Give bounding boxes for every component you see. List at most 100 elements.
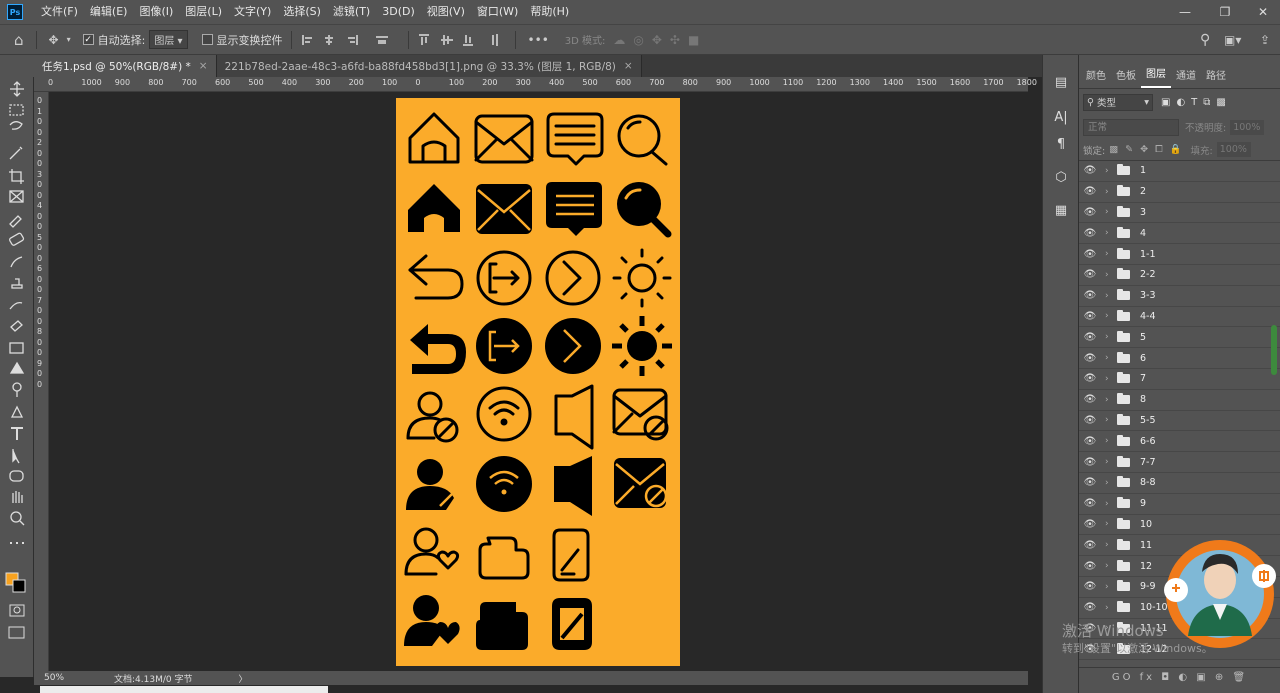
menu-help[interactable]: 帮助(H) [524,0,575,24]
tab-color[interactable]: 颜色 [1081,61,1111,88]
chevron-right-icon[interactable]: › [1105,415,1115,425]
menu-select[interactable]: 选择(S) [277,0,327,24]
layer-row[interactable]: 👁 › 5 [1079,327,1280,349]
auto-select-checkbox[interactable]: ✓ 自动选择: 图层 ▾ [82,30,188,49]
minimize-button[interactable]: — [1170,0,1200,24]
layer-row[interactable]: 👁 › 1 [1079,161,1280,182]
3d-icon[interactable]: ⬡ [1043,164,1079,191]
layer-row[interactable]: 👁 › 1-1 [1079,244,1280,265]
layer-row[interactable]: 👁 › 2 [1079,182,1280,203]
tab-swatches[interactable]: 色板 [1111,61,1141,88]
menu-edit[interactable]: 编辑(E) [84,0,134,24]
distribute-icons[interactable] [417,32,507,48]
character-icon[interactable]: A| [1043,104,1079,131]
align-icons[interactable] [300,32,400,48]
chevron-right-icon[interactable]: › [1105,207,1115,217]
chevron-right-icon[interactable]: › [1105,603,1115,613]
tool-icons[interactable] [0,77,34,677]
chevron-right-icon[interactable]: › [1105,457,1115,467]
close-tab-icon[interactable]: × [199,60,208,72]
lock-icons[interactable]: ▩✎✥⧠🔒 [1109,144,1188,155]
home-icon[interactable]: ⌂ [14,31,24,49]
visibility-eye-icon[interactable]: 👁 [1079,394,1101,405]
layer-row[interactable]: 👁 › 7-7 [1079,452,1280,473]
filter-icons[interactable]: ▣◐T⧉▩ [1161,97,1232,108]
visibility-eye-icon[interactable]: 👁 [1079,477,1101,488]
layer-row[interactable]: 👁 › 4-4 [1079,307,1280,328]
visibility-eye-icon[interactable]: 👁 [1079,249,1101,260]
tab-paths[interactable]: 路径 [1201,61,1231,88]
layer-row[interactable]: 👁 › 8 [1079,390,1280,411]
menu-3d[interactable]: 3D(D) [376,0,421,24]
close-window-button[interactable]: ✕ [1248,0,1278,24]
close-tab-icon[interactable]: × [624,60,633,72]
libraries-icon[interactable]: ▦ [1043,197,1079,224]
layer-row[interactable]: 👁 › 3-3 [1079,286,1280,307]
panel-footer-icons[interactable]: GO fx ◘ ◐ ▣ ⊕ 🗑 [1079,667,1280,687]
opacity-input[interactable]: 100% [1230,119,1265,135]
menu-file[interactable]: 文件(F) [35,0,84,24]
chevron-right-icon[interactable]: › [1105,540,1115,550]
visibility-eye-icon[interactable]: 👁 [1079,602,1101,613]
layer-row[interactable]: 👁 › 6-6 [1079,431,1280,453]
workspace-icon[interactable]: ▣▾ [1224,33,1241,47]
3d-mode-icons[interactable]: ☁◎✥✣■ [613,33,707,47]
chevron-right-icon[interactable]: › [1105,311,1115,321]
chevron-right-icon[interactable]: › [1105,166,1115,176]
visibility-eye-icon[interactable]: 👁 [1079,228,1101,239]
layer-row[interactable]: 👁 › 8-8 [1079,473,1280,494]
tab-layers[interactable]: 图层 [1141,59,1171,88]
chevron-right-icon[interactable]: › [1105,561,1115,571]
tab-png[interactable]: 221b78ed-2aae-48c3-a6fd-ba88fd458bd3[1].… [216,55,642,77]
menu-window[interactable]: 窗口(W) [471,0,524,24]
document-canvas[interactable] [396,98,680,666]
chevron-right-icon[interactable]: › [1105,478,1115,488]
visibility-eye-icon[interactable]: 👁 [1079,207,1101,218]
layer-row[interactable]: 👁 › 4 [1079,223,1280,245]
chevron-right-icon[interactable]: › [1105,332,1115,342]
chevron-right-icon[interactable]: › [1105,582,1115,592]
tab-task1[interactable]: 任务1.psd @ 50%(RGB/8#) * × [34,55,217,77]
move-tool-icon[interactable]: ✥ [49,33,59,47]
chevron-right-icon[interactable]: › [1105,291,1115,301]
visibility-eye-icon[interactable]: 👁 [1079,290,1101,301]
maximize-button[interactable]: ❐ [1210,0,1240,24]
layer-row[interactable]: 👁 › 6 [1079,348,1280,369]
visibility-eye-icon[interactable]: 👁 [1079,415,1101,426]
status-menu-arrow[interactable]: 〉 [238,672,247,685]
chevron-right-icon[interactable]: › [1105,519,1115,529]
layer-row[interactable]: 👁 › 7 [1079,369,1280,390]
visibility-eye-icon[interactable]: 👁 [1079,457,1101,468]
menu-view[interactable]: 视图(V) [421,0,471,24]
visibility-eye-icon[interactable]: 👁 [1079,436,1101,447]
visibility-eye-icon[interactable]: 👁 [1079,269,1101,280]
history-icon[interactable]: ▤ [1043,69,1079,96]
layer-row[interactable]: 👁 › 9 [1079,494,1280,515]
chevron-right-icon[interactable]: › [1105,436,1115,446]
visibility-eye-icon[interactable]: 👁 [1079,332,1101,343]
chevron-down-icon[interactable]: ▾ [67,35,71,44]
visibility-eye-icon[interactable]: 👁 [1079,540,1101,551]
menu-filter[interactable]: 滤镜(T) [327,0,376,24]
chevron-right-icon[interactable]: › [1105,270,1115,280]
visibility-eye-icon[interactable]: 👁 [1079,581,1101,592]
visibility-eye-icon[interactable]: 👁 [1079,561,1101,572]
blend-mode-dropdown[interactable]: 正常 [1083,118,1179,136]
filter-dropdown[interactable]: ⚲ 类型 ▾ [1083,93,1153,111]
visibility-eye-icon[interactable]: 👁 [1079,498,1101,509]
menu-type[interactable]: 文字(Y) [228,0,277,24]
chevron-right-icon[interactable]: › [1105,395,1115,405]
search-icon[interactable]: ⚲ [1200,32,1210,48]
chevron-right-icon[interactable]: › [1105,187,1115,197]
auto-select-dropdown[interactable]: 图层 ▾ [149,30,188,49]
menu-layer[interactable]: 图层(L) [179,0,228,24]
visibility-eye-icon[interactable]: 👁 [1079,373,1101,384]
chevron-right-icon[interactable]: › [1105,228,1115,238]
visibility-eye-icon[interactable]: 👁 [1079,353,1101,364]
zoom-level[interactable]: 50% [44,673,104,683]
layer-row[interactable]: 👁 › 3 [1079,203,1280,224]
visibility-eye-icon[interactable]: 👁 [1079,186,1101,197]
paragraph-icon[interactable]: ¶ [1043,131,1079,158]
visibility-eye-icon[interactable]: 👁 [1079,165,1101,176]
tab-channels[interactable]: 通道 [1171,61,1201,88]
